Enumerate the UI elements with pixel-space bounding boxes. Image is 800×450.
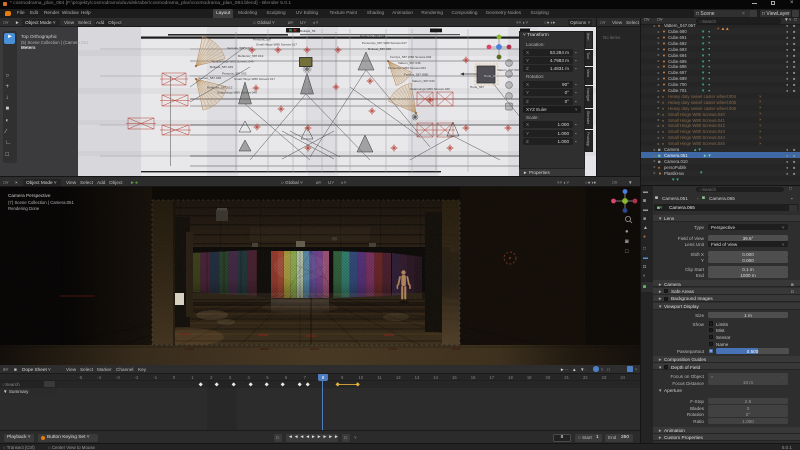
- svg-text:●: ●: [625, 229, 629, 235]
- svg-text:Vattern_587.034: Vattern_587.034: [412, 79, 435, 83]
- svg-text:Hook_587: Hook_587: [470, 85, 484, 89]
- svg-text:Bullauk_587.045: Bullauk_587.045: [210, 65, 233, 69]
- svg-text:Persona_587: Persona_587: [253, 38, 272, 42]
- svg-text:Reflector_587.004: Reflector_587.004: [360, 34, 386, 38]
- svg-text:Reflector_587.013: Reflector_587.013: [207, 86, 233, 90]
- svg-text:Gersois_587.030: Gersois_587.030: [227, 46, 251, 50]
- svg-text:Gersen_587.028: Gersen_587.028: [198, 76, 221, 80]
- svg-text:Solarminga W80 Screws.340: Solarminga W80 Screws.340: [410, 87, 450, 91]
- svg-text:Small Hinge W80 Screws 017: Small Hinge W80 Screws 017: [234, 77, 275, 81]
- svg-text:Persona_587.002: Persona_587.002: [222, 72, 247, 76]
- svg-text:Fernlys_587 W80 Screws.034: Fernlys_587 W80 Screws.034: [390, 55, 432, 59]
- svg-text:Personlys_587 W80 Screws.047: Personlys_587 W80 Screws.047: [362, 41, 407, 45]
- svg-text:◙: ◙: [625, 239, 629, 245]
- svg-text:Fernlys_587 W80: Fernlys_587 W80: [404, 73, 429, 77]
- svg-text:Reflector_587.019: Reflector_587.019: [238, 54, 264, 58]
- svg-text:Small Hinge W80 Screws.017: Small Hinge W80 Screws.017: [256, 43, 297, 47]
- svg-text:Bullauk_59: Bullauk_59: [300, 29, 316, 33]
- svg-text:Solarminga W80 Screws.049: Solarminga W80 Screws.049: [217, 91, 257, 95]
- svg-text:Personlys W80 Screws.033: Personlys W80 Screws.033: [388, 66, 426, 70]
- svg-text:Bullauk_587.035: Bullauk_587.035: [368, 47, 391, 51]
- svg-text:□: □: [625, 249, 629, 255]
- svg-text:Hook_087: Hook_087: [484, 74, 498, 78]
- svg-text:Vattern_587.046: Vattern_587.046: [398, 61, 421, 65]
- svg-text:Spejderinga W80 Screws_049: Spejderinga W80 Screws_049: [212, 60, 254, 64]
